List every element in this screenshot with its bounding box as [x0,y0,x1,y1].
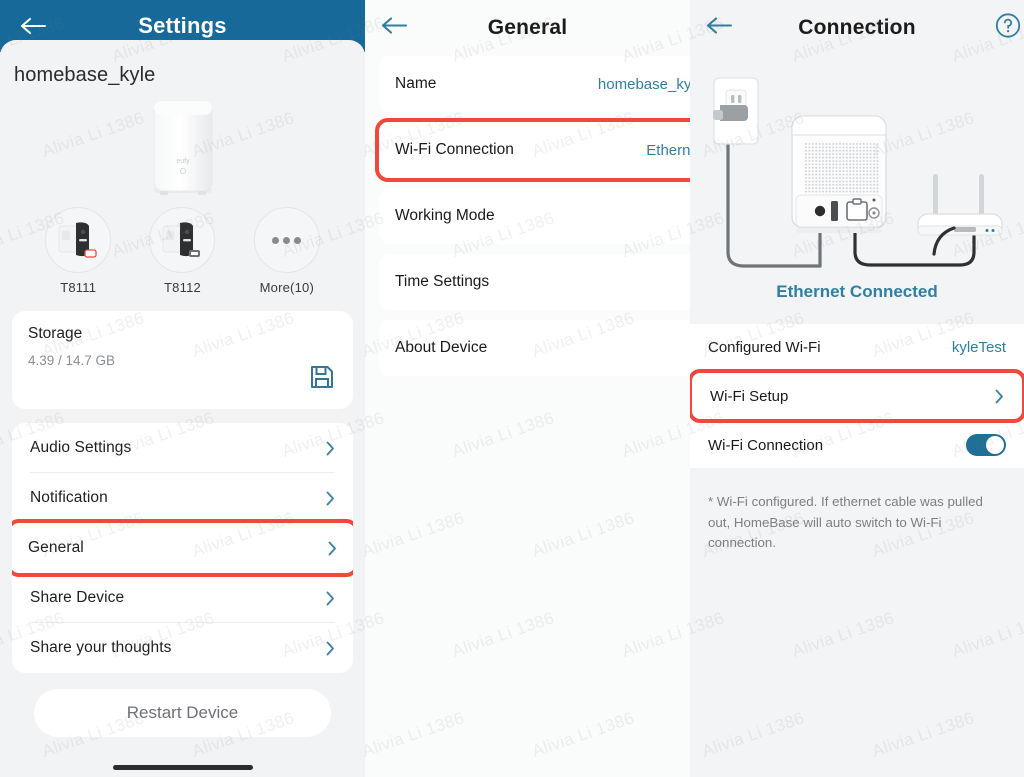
ethernet-wiring-diagram [690,56,1024,288]
general-row-time-settings[interactable]: Time Settings [379,254,690,310]
sidebar-item-general[interactable]: General [12,519,353,577]
hero-device-image: eufy [0,93,365,201]
general-row-working-mode[interactable]: Working Mode [379,188,690,244]
general-row-about-device-card: About Device [379,320,690,376]
row-label: Time Settings [395,273,490,290]
page-title: General [487,16,568,39]
settings-panel: Settings homebase_kyle eufy T8111 T8112 … [0,0,365,777]
row-label: Wi-Fi Connection [395,141,514,158]
menu-label: Share Device [30,589,125,606]
row-label: Wi-Fi Connection [708,436,824,454]
more-dots-icon [253,207,320,273]
general-row-about-device[interactable]: About Device [379,320,690,376]
connection-row-wifi-setup[interactable]: Wi-Fi Setup [690,369,1024,423]
device-label: T8111 [60,280,97,295]
general-row-time-settings-card: Time Settings [379,254,690,310]
wifi-connection-toggle[interactable] [966,434,1006,456]
device-name: homebase_kyle [14,64,156,86]
chevron-right-icon [326,641,335,656]
chevron-right-icon [326,591,335,606]
chevron-right-icon [995,389,1004,404]
help-question-icon[interactable] [994,12,1022,45]
general-row-name-card: Name homebase_kyle [379,56,690,112]
chevron-right-icon [326,441,335,456]
row-label: Wi-Fi Setup [710,387,789,405]
connection-panel: Connection Ethernet Connected Configured… [690,0,1024,777]
connection-row-wifi-connection[interactable]: Wi-Fi Connection [690,422,1024,468]
row-value: homebase_kyle [597,75,690,93]
menu-label: General [28,539,84,556]
general-row-working-mode-card: Working Mode [379,188,690,244]
storage-title: Storage [28,325,83,342]
sidebar-item-notification[interactable]: Notification [12,473,353,523]
back-arrow-icon[interactable] [379,15,409,42]
sidebar-item-audio-settings[interactable]: Audio Settings [12,423,353,473]
floppy-save-icon[interactable] [309,364,335,395]
device-avatar [45,207,112,273]
device-avatar [149,207,216,273]
device-label: More(10) [259,280,314,295]
menu-label: Audio Settings [30,439,132,456]
connection-row-configured-wifi[interactable]: Configured Wi-Fi kyleTest [690,324,1024,370]
connection-settings-card: Configured Wi-Fi kyleTest Wi-Fi Setup Wi… [690,324,1024,468]
row-label: About Device [395,339,488,356]
page-title: Connection [798,16,916,39]
general-row-name[interactable]: Name homebase_kyle [379,56,690,112]
connection-header: Connection [690,0,1024,56]
general-row-wifi-connection[interactable]: Wi-Fi Connection Ethernet [379,122,690,178]
back-arrow-icon[interactable] [704,15,734,42]
device-thumb-more[interactable]: More(10) [247,207,327,295]
storage-card[interactable]: Storage 4.39 / 14.7 GB [12,311,353,409]
sidebar-item-share-device[interactable]: Share Device [12,573,353,623]
row-value: kyleTest [951,338,1006,356]
device-thumb-t8111[interactable]: T8111 [38,207,118,295]
restart-device-button[interactable]: Restart Device [34,689,331,737]
menu-label: Notification [30,489,108,506]
settings-sheet: homebase_kyle eufy T8111 T8112 More(10) … [0,40,365,777]
general-header: General [365,0,690,56]
back-arrow-icon[interactable] [18,15,48,37]
wifi-note-text: * Wi-Fi configured. If ethernet cable wa… [708,494,983,551]
svg-text:eufy: eufy [176,158,190,165]
chevron-right-icon [328,541,337,556]
row-label: Configured Wi-Fi [708,338,821,356]
device-label: T8112 [164,280,201,295]
storage-usage: 4.39 / 14.7 GB [28,353,116,368]
row-label: Working Mode [395,207,495,224]
general-row-wifi-connection-card: Wi-Fi Connection Ethernet [375,118,690,182]
chevron-right-icon [326,491,335,506]
row-label: Name [395,75,437,92]
row-value: Ethernet [646,141,690,159]
page-title: Settings [138,13,227,38]
general-panel: General Name homebase_kyle Wi-Fi Connect… [365,0,690,777]
divider [690,468,1024,478]
sidebar-item-share-your-thoughts[interactable]: Share your thoughts [12,623,353,673]
settings-menu-list: Audio Settings Notification General Shar… [12,423,353,673]
device-thumb-t8112[interactable]: T8112 [142,207,222,295]
home-indicator [112,765,253,770]
device-thumbnail-row: T8111 T8112 More(10) [0,201,365,295]
menu-label: Share your thoughts [30,639,172,656]
